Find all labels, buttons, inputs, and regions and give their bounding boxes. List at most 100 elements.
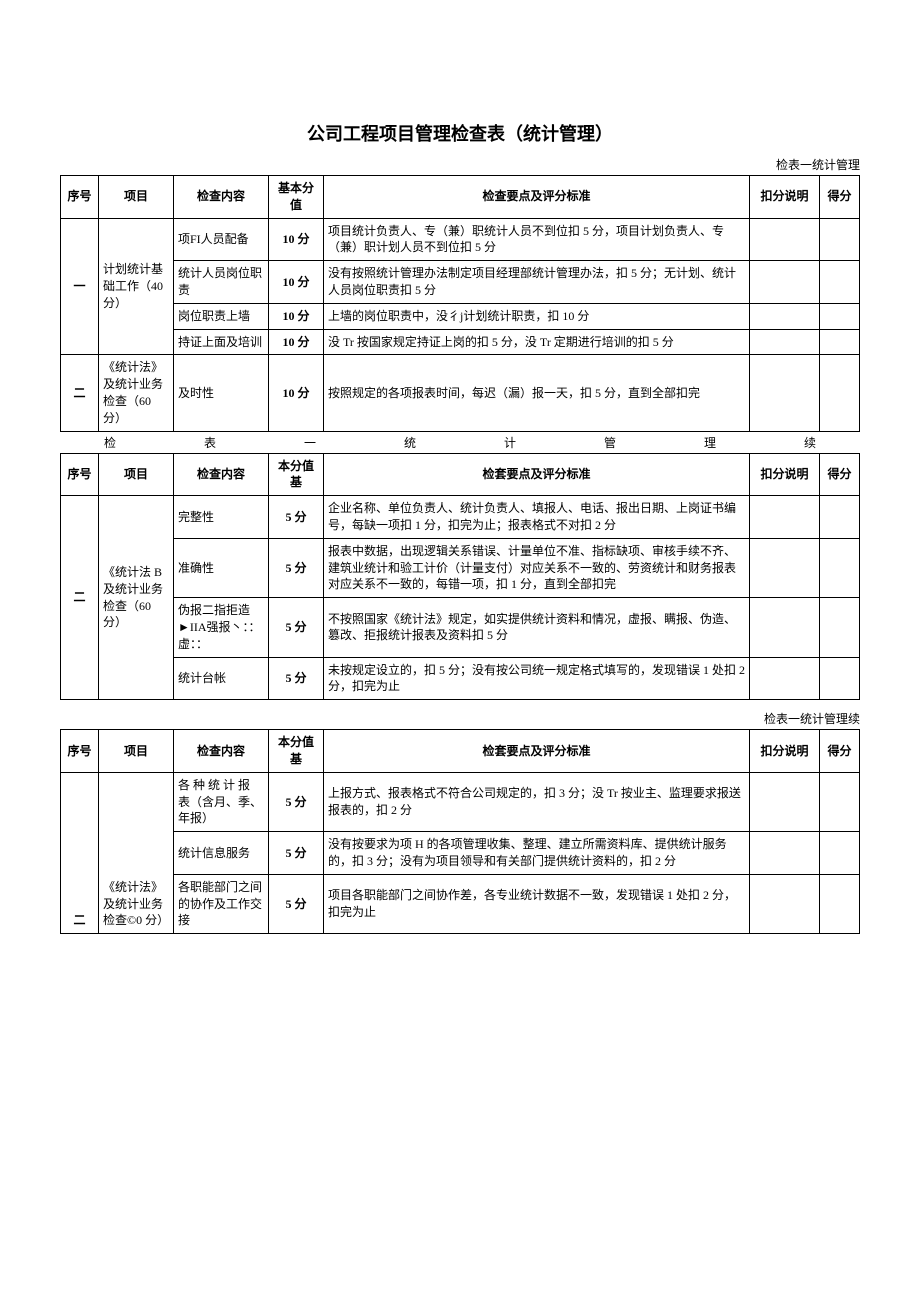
table-row: 二 《统计法》及统计业务检查（60 分） 及时性 10 分 按照规定的各项报表时… (61, 355, 860, 431)
cell-criteria: 不按照国家《统计法》规定，如实提供统计资料和情况，虚报、瞒报、伪造、篡改、拒报统… (324, 598, 750, 657)
cell-deduct (750, 218, 820, 261)
header-deduct: 扣分说明 (750, 730, 820, 773)
cell-seq: 二 (61, 496, 99, 700)
table-header-row: 序号 项目 检查内容 基本分值 检查要点及评分标准 扣分说明 得分 (61, 176, 860, 219)
header-base: 基本分值 (269, 176, 324, 219)
header-criteria: 检查要点及评分标准 (324, 176, 750, 219)
table-row: 伪报二指拒造►IIA强报丶：：虚：： 5 分 不按照国家《统计法》规定，如实提供… (61, 598, 860, 657)
cell-content: 各职能部门之间的协作及工作交接 (174, 874, 269, 933)
cell-content: 岗位职责上墙 (174, 303, 269, 329)
cell-score: 5 分 (269, 832, 324, 875)
table-row: 二 《统计法 B 及统计业务检查（60 分） 完整性 5 分 企业名称、单位负责… (61, 496, 860, 539)
cell-final (820, 218, 860, 261)
header-base: 本分值基 (269, 730, 324, 773)
cell-criteria: 没有按要求为项 H 的各项管理收集、整理、建立所需资料库、提供统计服务的，扣 3… (324, 832, 750, 875)
cell-score: 10 分 (269, 355, 324, 431)
cell-criteria: 报表中数据，出现逻辑关系错误、计量单位不准、指标缺项、审核手续不齐、建筑业统计和… (324, 538, 750, 597)
table3-caption: 检表一统计管理续 (60, 710, 860, 727)
cell-score: 5 分 (269, 538, 324, 597)
cell-score: 10 分 (269, 218, 324, 261)
cell-deduct (750, 657, 820, 700)
cell-score: 10 分 (269, 261, 324, 304)
cell-final (820, 496, 860, 539)
cell-content: 统计信息服务 (174, 832, 269, 875)
cell-content: 各 种 统 计 报 表（含月、季、年报） (174, 772, 269, 831)
header-item: 项目 (99, 176, 174, 219)
cell-criteria: 企业名称、单位负责人、统计负责人、填报人、电话、报出日期、上岗证书编号，每缺一项… (324, 496, 750, 539)
cell-item: 计划统计基础工作（40 分） (99, 218, 174, 355)
cell-content: 及时性 (174, 355, 269, 431)
cell-criteria: 没有按照统计管理办法制定项目经理部统计管理办法，扣 5 分；无计划、统计人员岗位… (324, 261, 750, 304)
cell-score: 5 分 (269, 496, 324, 539)
header-deduct: 扣分说明 (750, 453, 820, 496)
table-row: 岗位职责上墙 10 分 上墙的岗位职责中，没彳j计划统计职责，扣 10 分 (61, 303, 860, 329)
cell-content: 统计人员岗位职责 (174, 261, 269, 304)
table-row: 各职能部门之间的协作及工作交接 5 分 项目各职能部门之间协作差，各专业统计数据… (61, 874, 860, 933)
table2-caption: 检 表 一 统 计 管 理 续 (60, 434, 860, 451)
header-item: 项目 (99, 453, 174, 496)
header-final: 得分 (820, 176, 860, 219)
header-content: 检查内容 (174, 453, 269, 496)
cell-score: 5 分 (269, 598, 324, 657)
cell-content: 完整性 (174, 496, 269, 539)
cell-seq: 二 (61, 355, 99, 431)
table1: 序号 项目 检查内容 基本分值 检查要点及评分标准 扣分说明 得分 一 计划统计… (60, 175, 860, 432)
table-row: 统计台帐 5 分 未按规定设立的，扣 5 分；没有按公司统一规定格式填写的，发现… (61, 657, 860, 700)
cell-deduct (750, 329, 820, 355)
cell-seq: 二 (61, 772, 99, 933)
cell-deduct (750, 598, 820, 657)
header-criteria: 检套要点及评分标准 (324, 730, 750, 773)
cell-final (820, 874, 860, 933)
cell-content: 统计台帐 (174, 657, 269, 700)
table-header-row: 序号 项目 检查内容 本分值基 检套要点及评分标准 扣分说明 得分 (61, 730, 860, 773)
cell-content: 持证上面及培训 (174, 329, 269, 355)
header-final: 得分 (820, 730, 860, 773)
cell-criteria: 按照规定的各项报表时间，每迟（漏）报一天，扣 5 分，直到全部扣完 (324, 355, 750, 431)
page-title: 公司工程项目管理检查表（统计管理） (60, 120, 860, 146)
cell-score: 5 分 (269, 657, 324, 700)
cell-deduct (750, 355, 820, 431)
cell-criteria: 未按规定设立的，扣 5 分；没有按公司统一规定格式填写的，发现错误 1 处扣 2… (324, 657, 750, 700)
header-deduct: 扣分说明 (750, 176, 820, 219)
cell-deduct (750, 496, 820, 539)
header-content: 检查内容 (174, 176, 269, 219)
cell-content: 项FI人员配备 (174, 218, 269, 261)
cell-score: 5 分 (269, 874, 324, 933)
cell-score: 10 分 (269, 303, 324, 329)
cell-final (820, 261, 860, 304)
table-row: 统计信息服务 5 分 没有按要求为项 H 的各项管理收集、整理、建立所需资料库、… (61, 832, 860, 875)
table-header-row: 序号 项目 检查内容 本分值基 检套要点及评分标准 扣分说明 得分 (61, 453, 860, 496)
cell-content: 伪报二指拒造►IIA强报丶：：虚：： (174, 598, 269, 657)
table1-caption: 检表一统计管理 (60, 156, 860, 173)
cell-content: 准确性 (174, 538, 269, 597)
cell-item: 《统计法 B 及统计业务检查（60 分） (99, 496, 174, 700)
cell-seq: 一 (61, 218, 99, 355)
header-seq: 序号 (61, 453, 99, 496)
cell-deduct (750, 538, 820, 597)
cell-criteria: 上报方式、报表格式不符合公司规定的，扣 3 分；没 Tr 按业主、监理要求报送报… (324, 772, 750, 831)
cell-criteria: 项目各职能部门之间协作差，各专业统计数据不一致，发现错误 1 处扣 2 分，扣完… (324, 874, 750, 933)
cell-deduct (750, 832, 820, 875)
cell-final (820, 832, 860, 875)
cell-final (820, 772, 860, 831)
table-row: 持证上面及培训 10 分 没 Tr 按国家规定持证上岗的扣 5 分，没 Tr 定… (61, 329, 860, 355)
cell-item: 《统计法》及统计业务检查©0 分） (99, 772, 174, 933)
cell-final (820, 329, 860, 355)
cell-score: 10 分 (269, 329, 324, 355)
header-seq: 序号 (61, 730, 99, 773)
cell-deduct (750, 303, 820, 329)
table3: 序号 项目 检查内容 本分值基 检套要点及评分标准 扣分说明 得分 二 《统计法… (60, 729, 860, 934)
cell-final (820, 303, 860, 329)
table-row: 统计人员岗位职责 10 分 没有按照统计管理办法制定项目经理部统计管理办法，扣 … (61, 261, 860, 304)
table-row: 准确性 5 分 报表中数据，出现逻辑关系错误、计量单位不准、指标缺项、审核手续不… (61, 538, 860, 597)
cell-criteria: 项目统计负责人、专（兼）职统计人员不到位扣 5 分，项目计划负责人、专（兼）职计… (324, 218, 750, 261)
table-row: 二 《统计法》及统计业务检查©0 分） 各 种 统 计 报 表（含月、季、年报）… (61, 772, 860, 831)
header-criteria: 检套要点及评分标准 (324, 453, 750, 496)
header-final: 得分 (820, 453, 860, 496)
cell-score: 5 分 (269, 772, 324, 831)
header-seq: 序号 (61, 176, 99, 219)
cell-deduct (750, 261, 820, 304)
cell-deduct (750, 772, 820, 831)
header-item: 项目 (99, 730, 174, 773)
cell-final (820, 657, 860, 700)
